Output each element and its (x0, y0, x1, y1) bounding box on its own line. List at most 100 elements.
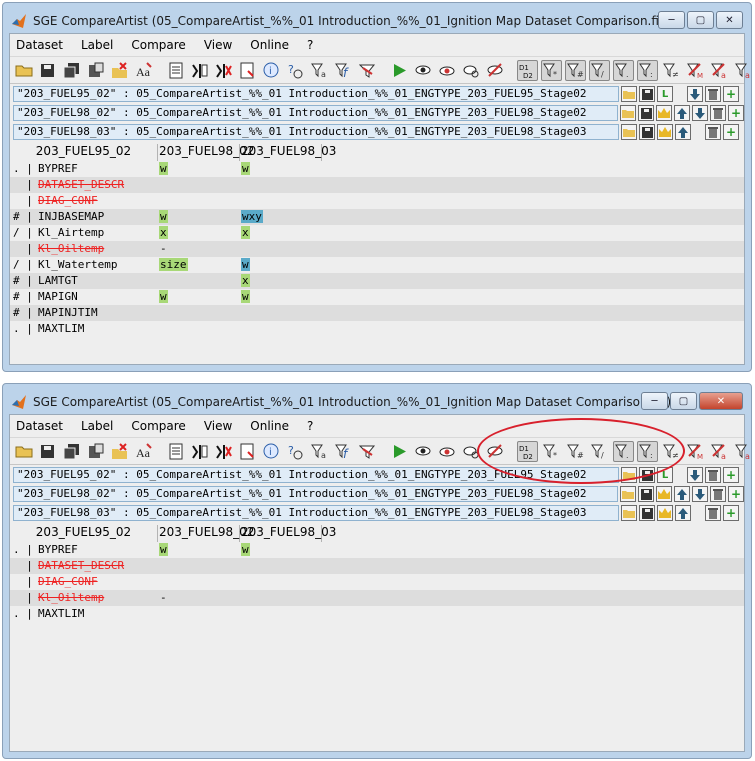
close-button[interactable]: ✕ (716, 11, 743, 29)
d1-d2-toggle[interactable]: D1 D2 (517, 440, 538, 462)
column-header[interactable]: 203_FUEL98_02 (158, 525, 254, 542)
delete-button[interactable] (710, 486, 726, 502)
filter-neq-button[interactable]: ≠ (661, 441, 682, 462)
crown-button[interactable] (657, 505, 673, 521)
save-button[interactable] (639, 467, 655, 483)
table-row[interactable]: . | BYPREF w w (10, 161, 744, 177)
merge-button[interactable] (189, 60, 210, 81)
filter-hash-toggle[interactable]: # (565, 441, 586, 462)
open-folder-button[interactable] (621, 505, 637, 521)
compare-doc-button[interactable] (237, 60, 258, 81)
column-header[interactable]: 203_FUEL95_02 (10, 525, 158, 542)
filter-a-button[interactable]: a (309, 441, 330, 462)
save-button[interactable] (37, 441, 58, 462)
rename-button[interactable]: Aa (133, 441, 154, 462)
find-button[interactable]: ? (285, 60, 306, 81)
export-button[interactable] (85, 441, 106, 462)
save-button[interactable] (639, 124, 655, 140)
maximize-button[interactable]: ▢ (670, 392, 697, 410)
filter-m-button[interactable]: M (685, 441, 706, 462)
add-button[interactable]: + (723, 467, 739, 483)
move-down-button[interactable] (687, 467, 703, 483)
filter-hash-toggle[interactable]: # (565, 59, 586, 81)
filter-colon-toggle[interactable]: : (637, 440, 658, 462)
move-down-button[interactable] (692, 486, 708, 502)
diff-cell[interactable]: wxy (241, 210, 263, 223)
move-down-button[interactable] (687, 86, 703, 102)
add-button[interactable]: + (728, 105, 744, 121)
table-row[interactable]: / | Kl_Watertemp size w (10, 257, 744, 273)
view-diff-button[interactable] (437, 441, 458, 462)
table-row[interactable]: # | MAPIGN w w (10, 289, 744, 305)
add-button[interactable]: + (728, 486, 744, 502)
diff-cell[interactable]: - (159, 591, 168, 604)
diff-cell[interactable]: size (159, 258, 188, 271)
table-row[interactable]: # | LAMTGT x (10, 273, 744, 289)
maximize-button[interactable]: ▢ (687, 11, 714, 29)
export-button[interactable] (85, 60, 106, 81)
column-header[interactable]: 203_FUEL98_03 (240, 525, 336, 542)
menu-online[interactable]: Online (250, 38, 289, 52)
close-dataset-button[interactable] (109, 441, 130, 462)
table-row[interactable]: | DIAG_CONF (10, 193, 744, 209)
close-dataset-button[interactable] (109, 60, 130, 81)
function-filter-button[interactable]: f (333, 441, 354, 462)
table-row[interactable]: | DATASET_DESCR (10, 177, 744, 193)
diff-cell[interactable]: w (241, 290, 250, 303)
find-button[interactable]: ? (285, 441, 306, 462)
title-bar[interactable]: SGE CompareArtist (05_CompareArtist_%%_0… (7, 7, 747, 35)
delete-button[interactable] (705, 467, 721, 483)
diff-cell[interactable]: - (159, 242, 168, 255)
filter-dot-toggle[interactable]: . (613, 440, 634, 462)
minimize-button[interactable]: ─ (658, 11, 685, 29)
merge-button[interactable] (189, 441, 210, 462)
dataset-field[interactable]: "203_FUEL98_02" : 05_CompareArtist_%%_01… (13, 486, 618, 502)
add-button[interactable]: + (723, 124, 739, 140)
minimize-button[interactable]: ─ (641, 392, 668, 410)
move-up-button[interactable] (674, 486, 690, 502)
dataset-field[interactable]: "203_FUEL95_02" : 05_CompareArtist_%%_01… (13, 467, 619, 483)
table-row[interactable]: | DIAG_CONF (10, 574, 744, 590)
filter-a-red-button[interactable]: a (709, 60, 730, 81)
filter-a-button[interactable]: a (309, 60, 330, 81)
save-button[interactable] (639, 86, 655, 102)
view-hide-button[interactable] (485, 441, 506, 462)
clear-filter-button[interactable] (357, 441, 378, 462)
filter-slash-toggle[interactable]: / (589, 441, 610, 462)
dataset-field[interactable]: "203_FUEL98_03" : 05_CompareArtist_%%_01… (13, 124, 619, 140)
table-row[interactable]: . | MAXTLIM (10, 606, 744, 622)
filter-star-toggle[interactable]: * (541, 59, 562, 81)
document-button[interactable] (165, 441, 186, 462)
menu-compare[interactable]: Compare (131, 38, 185, 52)
column-header[interactable]: 203_FUEL98_03 (240, 144, 336, 161)
save-button[interactable] (639, 505, 655, 521)
crown-button[interactable] (656, 105, 672, 121)
open-folder-button[interactable] (13, 441, 34, 462)
filter-colon-toggle[interactable]: : (637, 59, 658, 81)
dataset-field[interactable]: "203_FUEL98_03" : 05_CompareArtist_%%_01… (13, 505, 619, 521)
compare-doc-button[interactable] (237, 441, 258, 462)
save-all-button[interactable] (61, 441, 82, 462)
l-button[interactable]: L (657, 86, 673, 102)
menu-compare[interactable]: Compare (131, 419, 185, 433)
add-button[interactable]: + (723, 505, 739, 521)
info-button[interactable]: i (261, 441, 282, 462)
run-button[interactable] (389, 441, 410, 462)
diff-cell[interactable]: w (159, 543, 168, 556)
menu-label[interactable]: Label (81, 419, 113, 433)
save-button[interactable] (37, 60, 58, 81)
diff-cell[interactable]: x (241, 226, 250, 239)
view-search-button[interactable] (461, 441, 482, 462)
save-button[interactable] (638, 105, 654, 121)
filter-m-button[interactable]: M (685, 60, 706, 81)
dataset-field[interactable]: "203_FUEL98_02" : 05_CompareArtist_%%_01… (13, 105, 618, 121)
d1-d2-toggle[interactable]: D1 D2 (517, 59, 538, 81)
merge-remove-button[interactable] (213, 60, 234, 81)
save-all-button[interactable] (61, 60, 82, 81)
filter-dot-toggle[interactable]: . (613, 59, 634, 81)
table-row[interactable]: # | INJBASEMAP w wxy (10, 209, 744, 225)
move-down-button[interactable] (692, 105, 708, 121)
move-up-button[interactable] (675, 505, 691, 521)
filter-a-red-button[interactable]: a (709, 441, 730, 462)
diff-cell[interactable]: w (241, 162, 250, 175)
